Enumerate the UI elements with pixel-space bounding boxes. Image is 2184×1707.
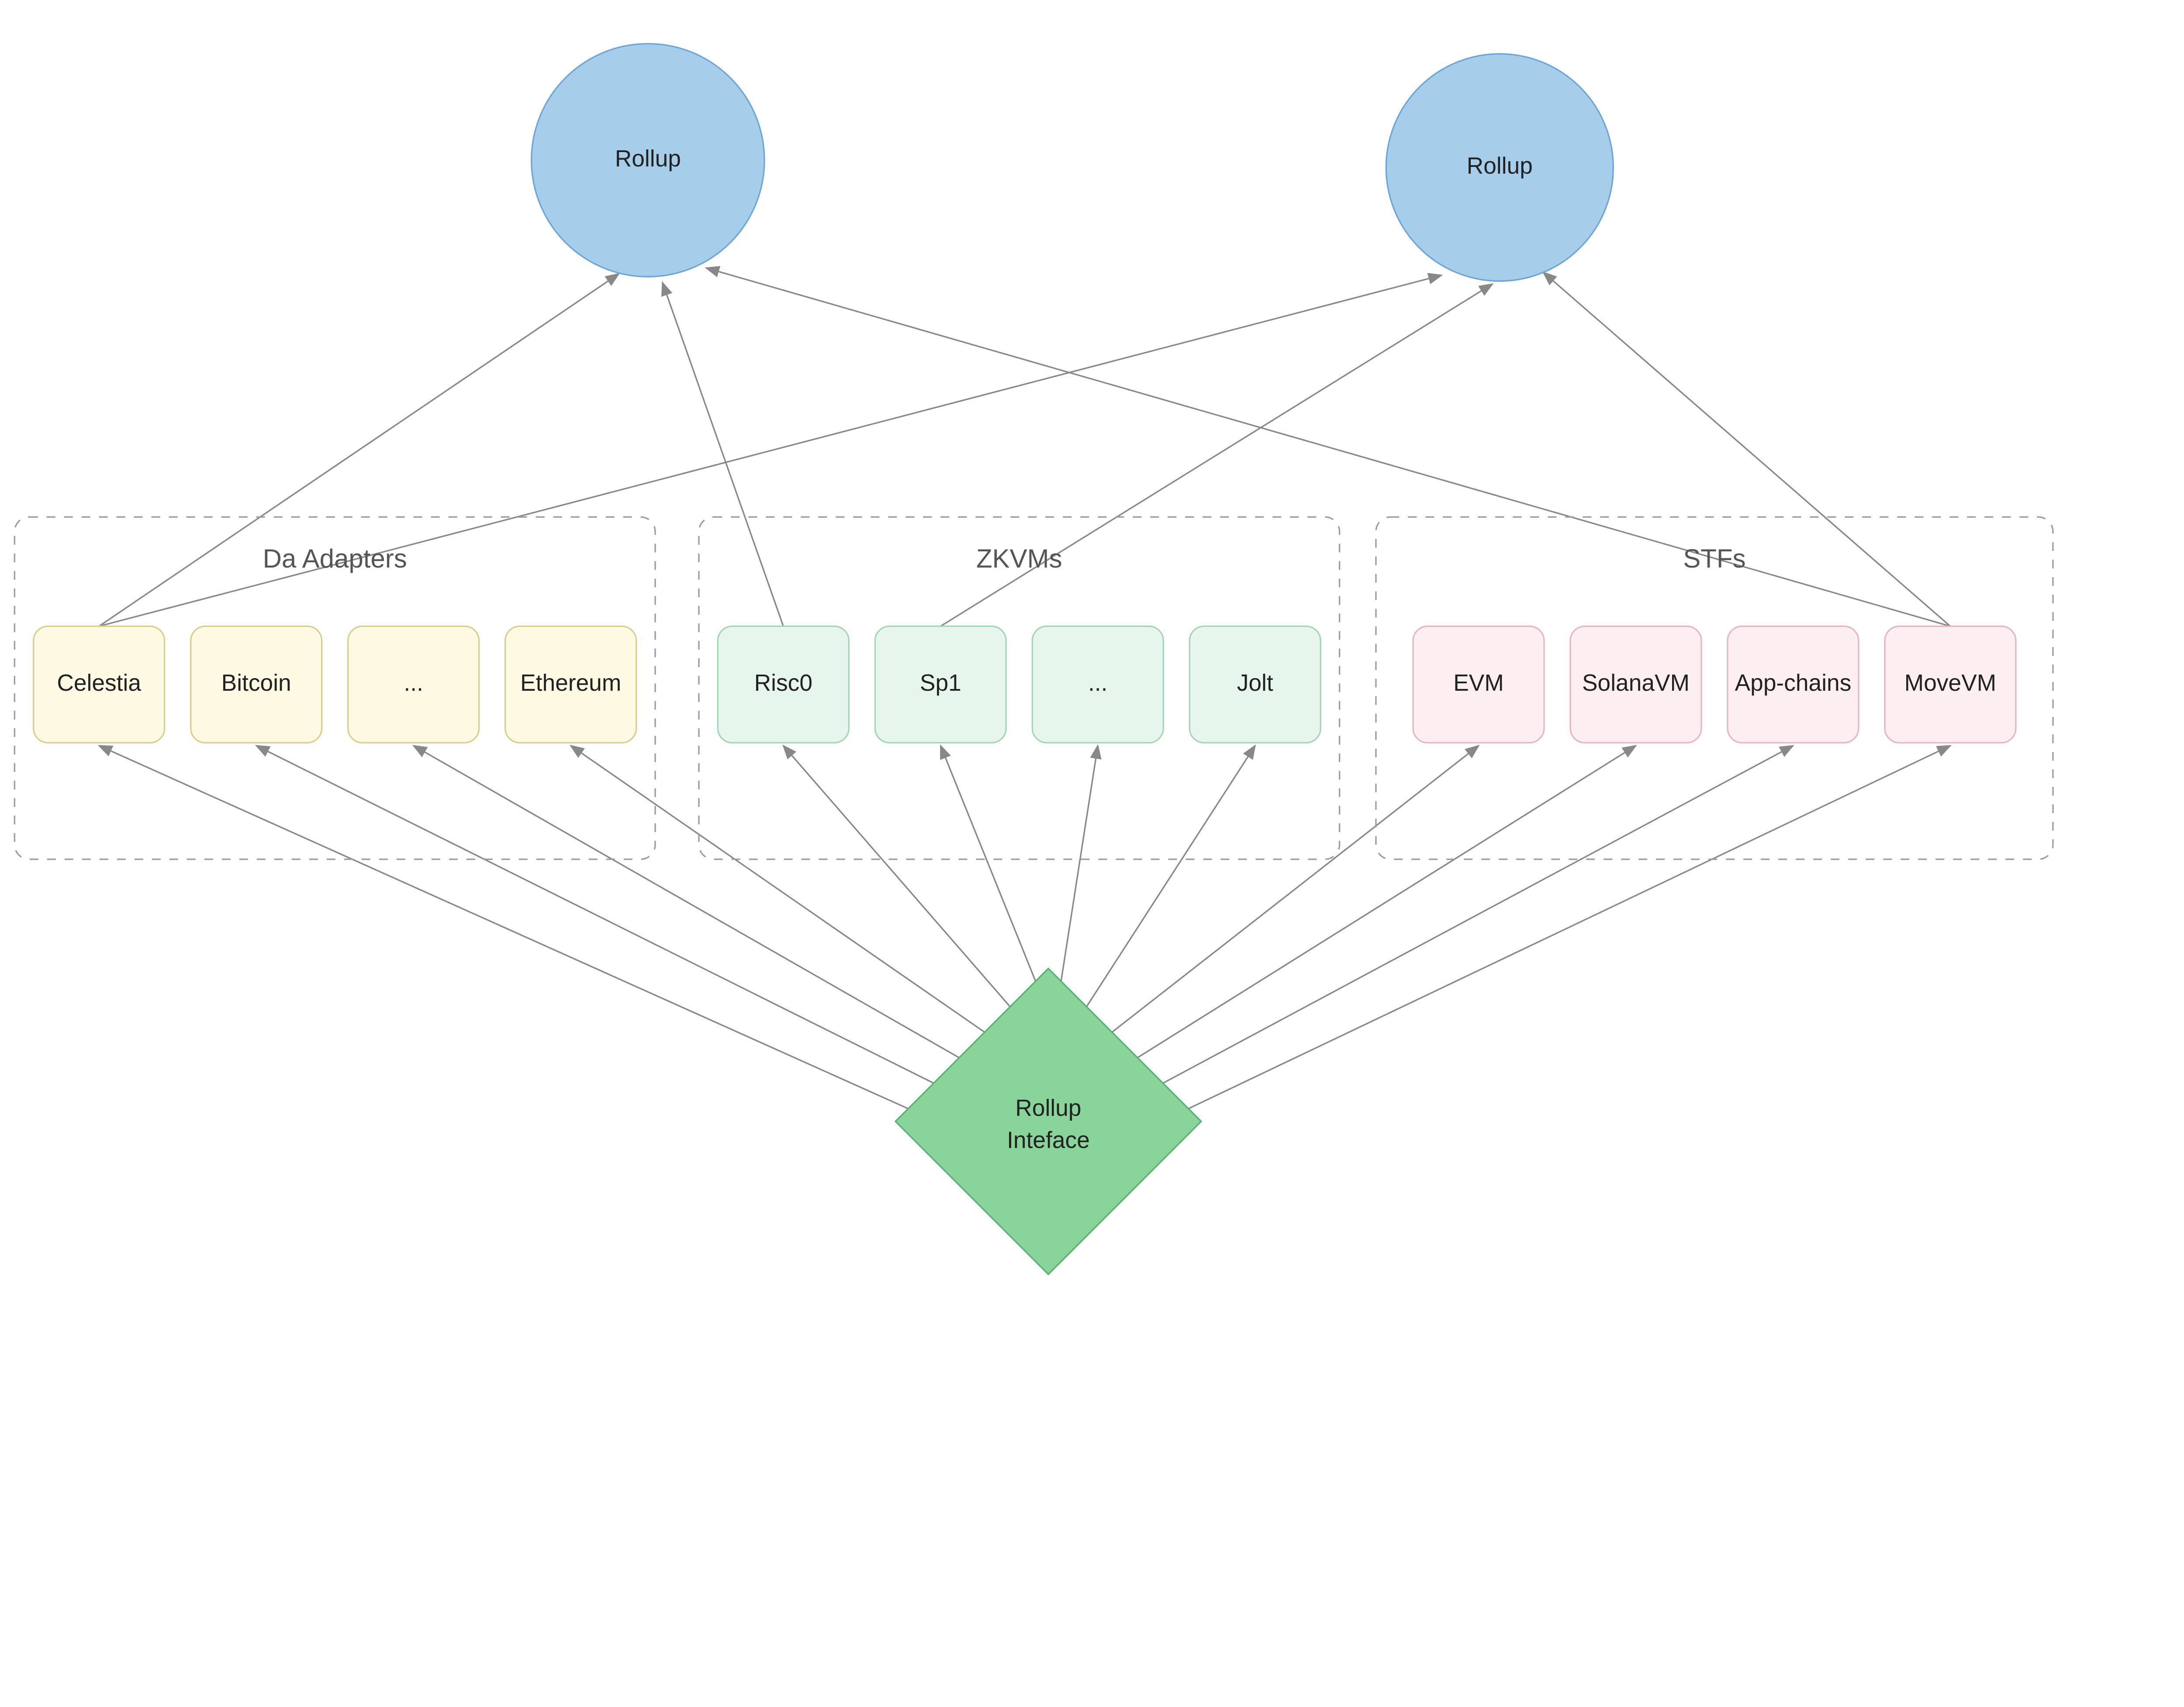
item-stfs-0-label: EVM	[1453, 670, 1504, 696]
rollup-interface-node	[895, 969, 1201, 1274]
rollup-node-right-label: Rollup	[1467, 153, 1533, 179]
group-da-title: Da Adapters	[263, 544, 407, 573]
arrow-interface-to-item-1	[256, 746, 934, 1083]
group-stfs-title: STFs	[1683, 544, 1745, 573]
arrow-da-to-rollup-right	[99, 275, 1441, 626]
arrow-interface-to-item-0	[99, 746, 908, 1109]
item-da-3-label: Ethereum	[520, 670, 621, 696]
item-da-1-label: Bitcoin	[221, 670, 291, 696]
rollup-node-left-label: Rollup	[615, 146, 681, 172]
arrow-interface-to-item-7	[1087, 746, 1255, 1007]
item-stfs-1-label: SolanaVM	[1582, 670, 1690, 696]
arrow-interface-to-item-2	[414, 746, 959, 1058]
arrow-stfs-to-rollup-left	[706, 268, 1950, 626]
item-stfs-3-label: MoveVM	[1904, 670, 1996, 696]
arrow-interface-to-item-4	[783, 746, 1010, 1007]
item-da-2-label: ...	[404, 670, 423, 696]
arrow-interface-to-item-10	[1163, 746, 1793, 1083]
item-zkvms-0-label: Risc0	[754, 670, 812, 696]
item-da-0-label: Celestia	[57, 670, 141, 696]
item-stfs-2-label: App-chains	[1735, 670, 1852, 696]
architecture-diagram: Da Adapters Celestia Bitcoin... Ethereum ZKV…	[0, 0, 2184, 1296]
arrow-zkvms-to-rollup-right	[940, 284, 1492, 626]
item-zkvms-2-label: ...	[1088, 670, 1107, 696]
arrow-interface-to-item-5	[940, 746, 1035, 981]
arrow-interface-to-item-9	[1137, 746, 1636, 1058]
arrow-interface-to-item-3	[571, 746, 985, 1032]
item-zkvms-1-label: Sp1	[920, 670, 961, 696]
arrow-interface-to-item-8	[1112, 746, 1479, 1032]
rollup-interface-label-1: Rollup	[1015, 1095, 1081, 1121]
group-zkvms-title: ZKVMs	[976, 544, 1062, 573]
item-zkvms-3-label: Jolt	[1237, 670, 1273, 696]
arrow-da-to-rollup-left	[99, 274, 619, 627]
arrow-interface-to-item-11	[1189, 746, 1950, 1109]
arrow-zkvms-to-rollup-left	[663, 283, 784, 627]
arrow-interface-to-item-6	[1061, 746, 1098, 981]
rollup-interface-label-2: Inteface	[1007, 1127, 1090, 1153]
arrow-stfs-to-rollup-right	[1543, 272, 1950, 626]
